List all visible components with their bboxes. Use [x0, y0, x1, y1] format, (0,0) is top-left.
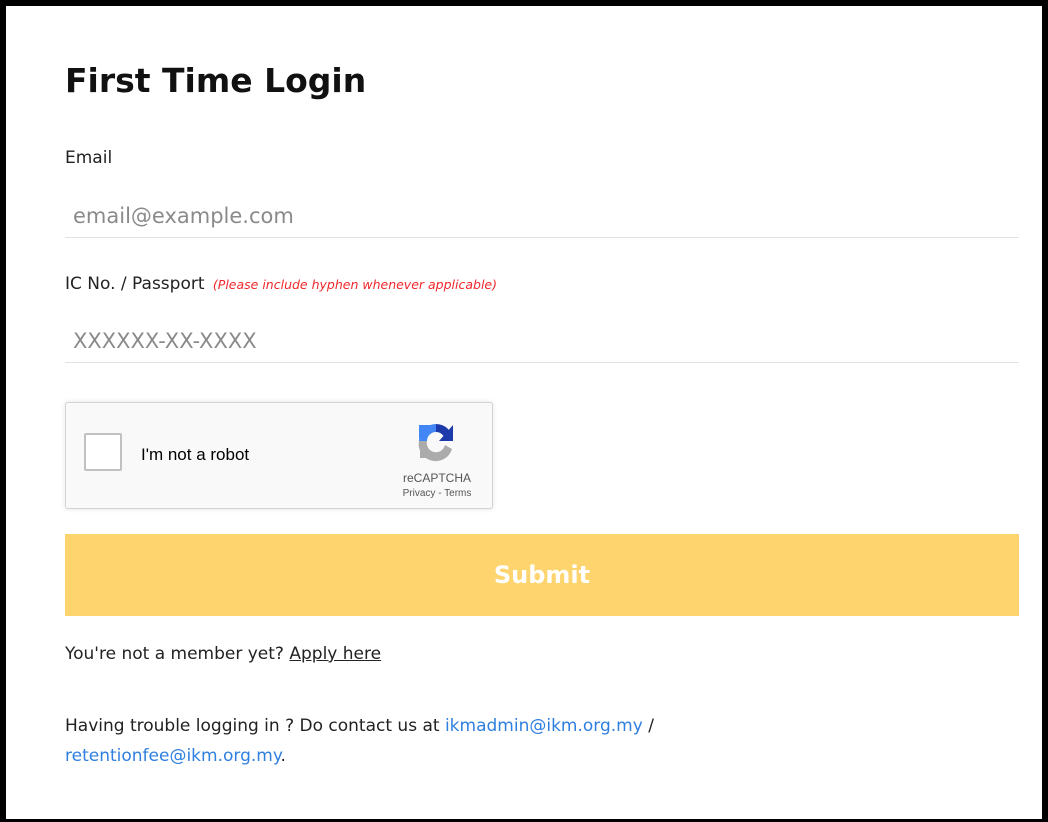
links-separator: -: [435, 488, 445, 499]
ikmadmin-email-link[interactable]: ikmadmin@ikm.org.my: [445, 716, 643, 736]
email-separator: /: [642, 716, 654, 736]
recaptcha-brand: reCAPTCHA: [402, 471, 471, 485]
privacy-link[interactable]: Privacy: [403, 488, 436, 499]
page-frame: First Time Login Email IC No. / Passport…: [0, 0, 1048, 822]
recaptcha-widget: I'm not a robot reCAPTCHA Privacy - Term…: [65, 402, 493, 509]
contact-end: .: [280, 746, 286, 766]
retentionfee-email-link[interactable]: retentionfee@ikm.org.my: [65, 746, 280, 766]
member-prompt: You're not a member yet? Apply here: [65, 642, 381, 666]
email-input[interactable]: [65, 194, 1019, 238]
ic-passport-input[interactable]: [65, 319, 1019, 363]
trouble-text: Having trouble logging in ? Do contact u…: [65, 716, 445, 736]
recaptcha-links: Privacy - Terms: [392, 488, 482, 499]
terms-link[interactable]: Terms: [444, 488, 471, 499]
ic-hint: (Please include hyphen whenever applicab…: [212, 277, 497, 292]
apply-here-link[interactable]: Apply here: [289, 644, 381, 664]
recaptcha-label: I'm not a robot: [141, 445, 250, 464]
recaptcha-logo-icon: [418, 424, 453, 462]
page-title: First Time Login: [65, 61, 367, 100]
member-text: You're not a member yet?: [65, 644, 290, 664]
recaptcha-checkbox[interactable]: [84, 433, 122, 471]
submit-button[interactable]: Submit: [65, 534, 1019, 616]
ic-label-text: IC No. / Passport: [65, 274, 205, 294]
contact-info: Having trouble logging in ? Do contact u…: [65, 711, 965, 771]
email-label: Email: [65, 148, 113, 168]
ic-passport-label: IC No. / Passport (Please include hyphen…: [65, 273, 497, 296]
